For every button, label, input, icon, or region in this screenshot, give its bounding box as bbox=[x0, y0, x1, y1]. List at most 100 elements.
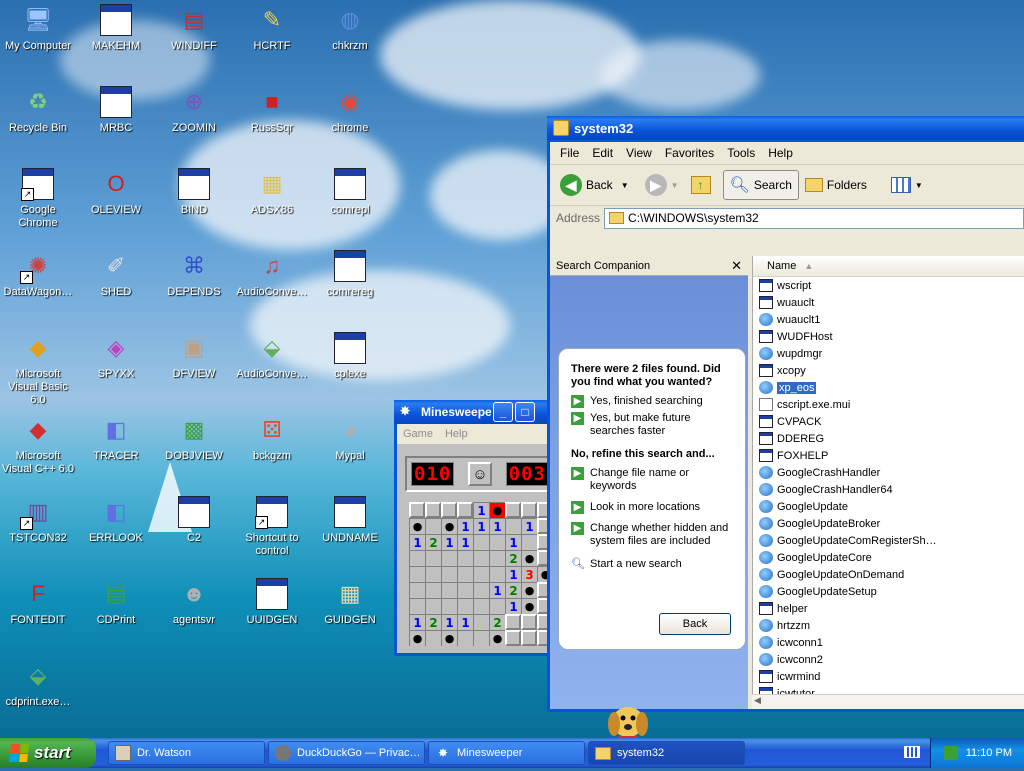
file-row[interactable]: wuauclt bbox=[753, 294, 1024, 311]
address-input[interactable]: C:\WINDOWS\system32 bbox=[604, 207, 1024, 229]
menu-tools[interactable]: Tools bbox=[723, 146, 764, 160]
file-row[interactable]: FOXHELP bbox=[753, 447, 1024, 464]
mine-cell[interactable] bbox=[505, 614, 521, 630]
mine-cell[interactable]: 2 bbox=[489, 614, 505, 630]
mine-cell[interactable] bbox=[457, 630, 473, 646]
file-row[interactable]: icwrmind bbox=[753, 668, 1024, 685]
mine-cell[interactable] bbox=[489, 566, 505, 582]
desktop-icon[interactable]: ♫ AudioConve… bbox=[234, 250, 310, 299]
desktop-icon[interactable]: Google Chrome bbox=[0, 168, 76, 230]
mine-cell[interactable]: 1 bbox=[457, 534, 473, 550]
mine-cell[interactable]: 1 bbox=[473, 502, 489, 518]
file-row[interactable]: GoogleCrashHandler64 bbox=[753, 481, 1024, 498]
mine-cell[interactable] bbox=[521, 550, 537, 566]
mine-cell[interactable] bbox=[441, 550, 457, 566]
file-row[interactable]: helper bbox=[753, 600, 1024, 617]
minesweeper-window[interactable]: ✸ Minesweeper _ □ Game Help 010 ☺ 003 11… bbox=[394, 400, 569, 656]
mine-cell[interactable]: 1 bbox=[505, 534, 521, 550]
mine-cell[interactable] bbox=[457, 550, 473, 566]
desktop-icon[interactable]: BIND bbox=[156, 168, 232, 217]
menu-favorites[interactable]: Favorites bbox=[661, 146, 723, 160]
desktop-icon[interactable]: ⬙ cdprint.exe… bbox=[0, 660, 76, 709]
explorer-titlebar[interactable]: system32 bbox=[547, 116, 1024, 140]
desktop-icon[interactable]: UNDNAME bbox=[312, 496, 388, 545]
close-icon[interactable]: ✕ bbox=[731, 258, 742, 274]
mine-cell[interactable] bbox=[441, 566, 457, 582]
file-row[interactable]: WUDFHost bbox=[753, 328, 1024, 345]
desktop-icon[interactable]: ⌘ DEPENDS bbox=[156, 250, 232, 299]
mine-cell[interactable]: 1 bbox=[457, 614, 473, 630]
mine-cell[interactable] bbox=[409, 582, 425, 598]
desktop-icon[interactable]: ◆ Microsoft Visual C++ 6.0 bbox=[0, 414, 76, 476]
task-dr-watson[interactable]: Dr. Watson bbox=[108, 741, 265, 765]
mine-cell[interactable]: 1 bbox=[505, 598, 521, 614]
mine-cell[interactable]: 1 bbox=[521, 518, 537, 534]
desktop-icon[interactable]: ◆ Microsoft Visual Basic 6.0 bbox=[0, 332, 76, 407]
file-row[interactable]: GoogleUpdateComRegisterSh… bbox=[753, 532, 1024, 549]
file-row[interactable]: cscript.exe.mui bbox=[753, 396, 1024, 413]
search-back-button[interactable]: Back bbox=[659, 613, 731, 635]
up-folder-button[interactable]: ↑ bbox=[687, 174, 715, 196]
menu-view[interactable]: View bbox=[622, 146, 661, 160]
mine-cell[interactable] bbox=[409, 550, 425, 566]
folders-button[interactable]: Folders bbox=[801, 176, 871, 194]
desktop-icon[interactable]: ▦ ADSX86 bbox=[234, 168, 310, 217]
file-row[interactable]: icwconn1 bbox=[753, 634, 1024, 651]
desktop-icon[interactable]: ⊕ ZOOMIN bbox=[156, 86, 232, 135]
desktop-icon[interactable]: ◧ ERRLOOK bbox=[78, 496, 154, 545]
desktop-icon[interactable]: ▣ DFVIEW bbox=[156, 332, 232, 381]
desktop-icon[interactable]: comrereg bbox=[312, 250, 388, 299]
desktop-icon[interactable]: ⬙ AudioConve… bbox=[234, 332, 310, 381]
desktop-icon[interactable]: ✐ SHED bbox=[78, 250, 154, 299]
desktop-icon[interactable]: 🖥︎ My Computer bbox=[0, 4, 76, 53]
smiley-face-icon[interactable]: ☺ bbox=[468, 462, 492, 486]
task-duckduckgo[interactable]: DuckDuckGo — Privac… bbox=[268, 741, 425, 765]
mine-cell[interactable] bbox=[521, 630, 537, 646]
back-button[interactable]: ◀ Back ▼ bbox=[556, 172, 633, 198]
desktop-icon[interactable]: Shortcut to control bbox=[234, 496, 310, 558]
desktop-icon[interactable]: cplexe bbox=[312, 332, 388, 381]
file-row[interactable]: GoogleUpdate bbox=[753, 498, 1024, 515]
desktop-icon[interactable]: ☻ agentsvr bbox=[156, 578, 232, 627]
desktop-icon[interactable]: ◧ TRACER bbox=[78, 414, 154, 463]
desktop-icon[interactable]: ◉ chrome bbox=[312, 86, 388, 135]
desktop-icon[interactable]: ⚄ bckgzm bbox=[234, 414, 310, 463]
mine-cell[interactable] bbox=[473, 630, 489, 646]
mine-cell[interactable] bbox=[489, 502, 505, 518]
mine-cell[interactable] bbox=[425, 582, 441, 598]
mine-cell[interactable] bbox=[457, 502, 473, 518]
option-new-search[interactable]: 🔍︎ Start a new search bbox=[571, 558, 733, 571]
mine-cell[interactable] bbox=[473, 550, 489, 566]
file-row[interactable]: xp_eos bbox=[753, 379, 1024, 396]
desktop-icon[interactable]: F FONTEDIT bbox=[0, 578, 76, 627]
mine-cell[interactable] bbox=[425, 518, 441, 534]
file-row[interactable]: wscript bbox=[753, 277, 1024, 294]
views-button[interactable]: ▼ bbox=[887, 175, 927, 195]
mine-cell[interactable] bbox=[473, 614, 489, 630]
mine-cell[interactable] bbox=[441, 630, 457, 646]
minimize-button[interactable]: _ bbox=[493, 402, 513, 422]
menu-game[interactable]: Game bbox=[403, 428, 433, 440]
mine-cell[interactable] bbox=[505, 630, 521, 646]
mine-cell[interactable]: 2 bbox=[505, 582, 521, 598]
desktop-icon[interactable]: MAKEHM bbox=[78, 4, 154, 53]
option-faster[interactable]: ▶ Yes, but make future searches faster bbox=[571, 412, 733, 438]
mine-cell[interactable] bbox=[473, 534, 489, 550]
keyboard-icon[interactable] bbox=[904, 746, 920, 758]
explorer-window[interactable]: system32 File Edit View Favorites Tools … bbox=[547, 116, 1024, 768]
file-row[interactable]: GoogleUpdateSetup bbox=[753, 583, 1024, 600]
mine-cell[interactable] bbox=[505, 518, 521, 534]
desktop-icon[interactable]: ▤ CDPrint bbox=[78, 578, 154, 627]
mine-cell[interactable] bbox=[457, 582, 473, 598]
mine-cell[interactable] bbox=[425, 598, 441, 614]
desktop-icon[interactable]: ◍ chkrzm bbox=[312, 4, 388, 53]
option-finished[interactable]: ▶ Yes, finished searching bbox=[571, 395, 733, 408]
mine-cell[interactable]: 1 bbox=[409, 534, 425, 550]
desktop-icon[interactable]: ♻ Recycle Bin bbox=[0, 86, 76, 135]
mine-cell[interactable] bbox=[521, 598, 537, 614]
task-system32[interactable]: system32 bbox=[588, 741, 745, 765]
mine-cell[interactable] bbox=[521, 582, 537, 598]
desktop-icon[interactable]: UUIDGEN bbox=[234, 578, 310, 627]
mine-cell[interactable] bbox=[505, 502, 521, 518]
mine-cell[interactable] bbox=[473, 582, 489, 598]
